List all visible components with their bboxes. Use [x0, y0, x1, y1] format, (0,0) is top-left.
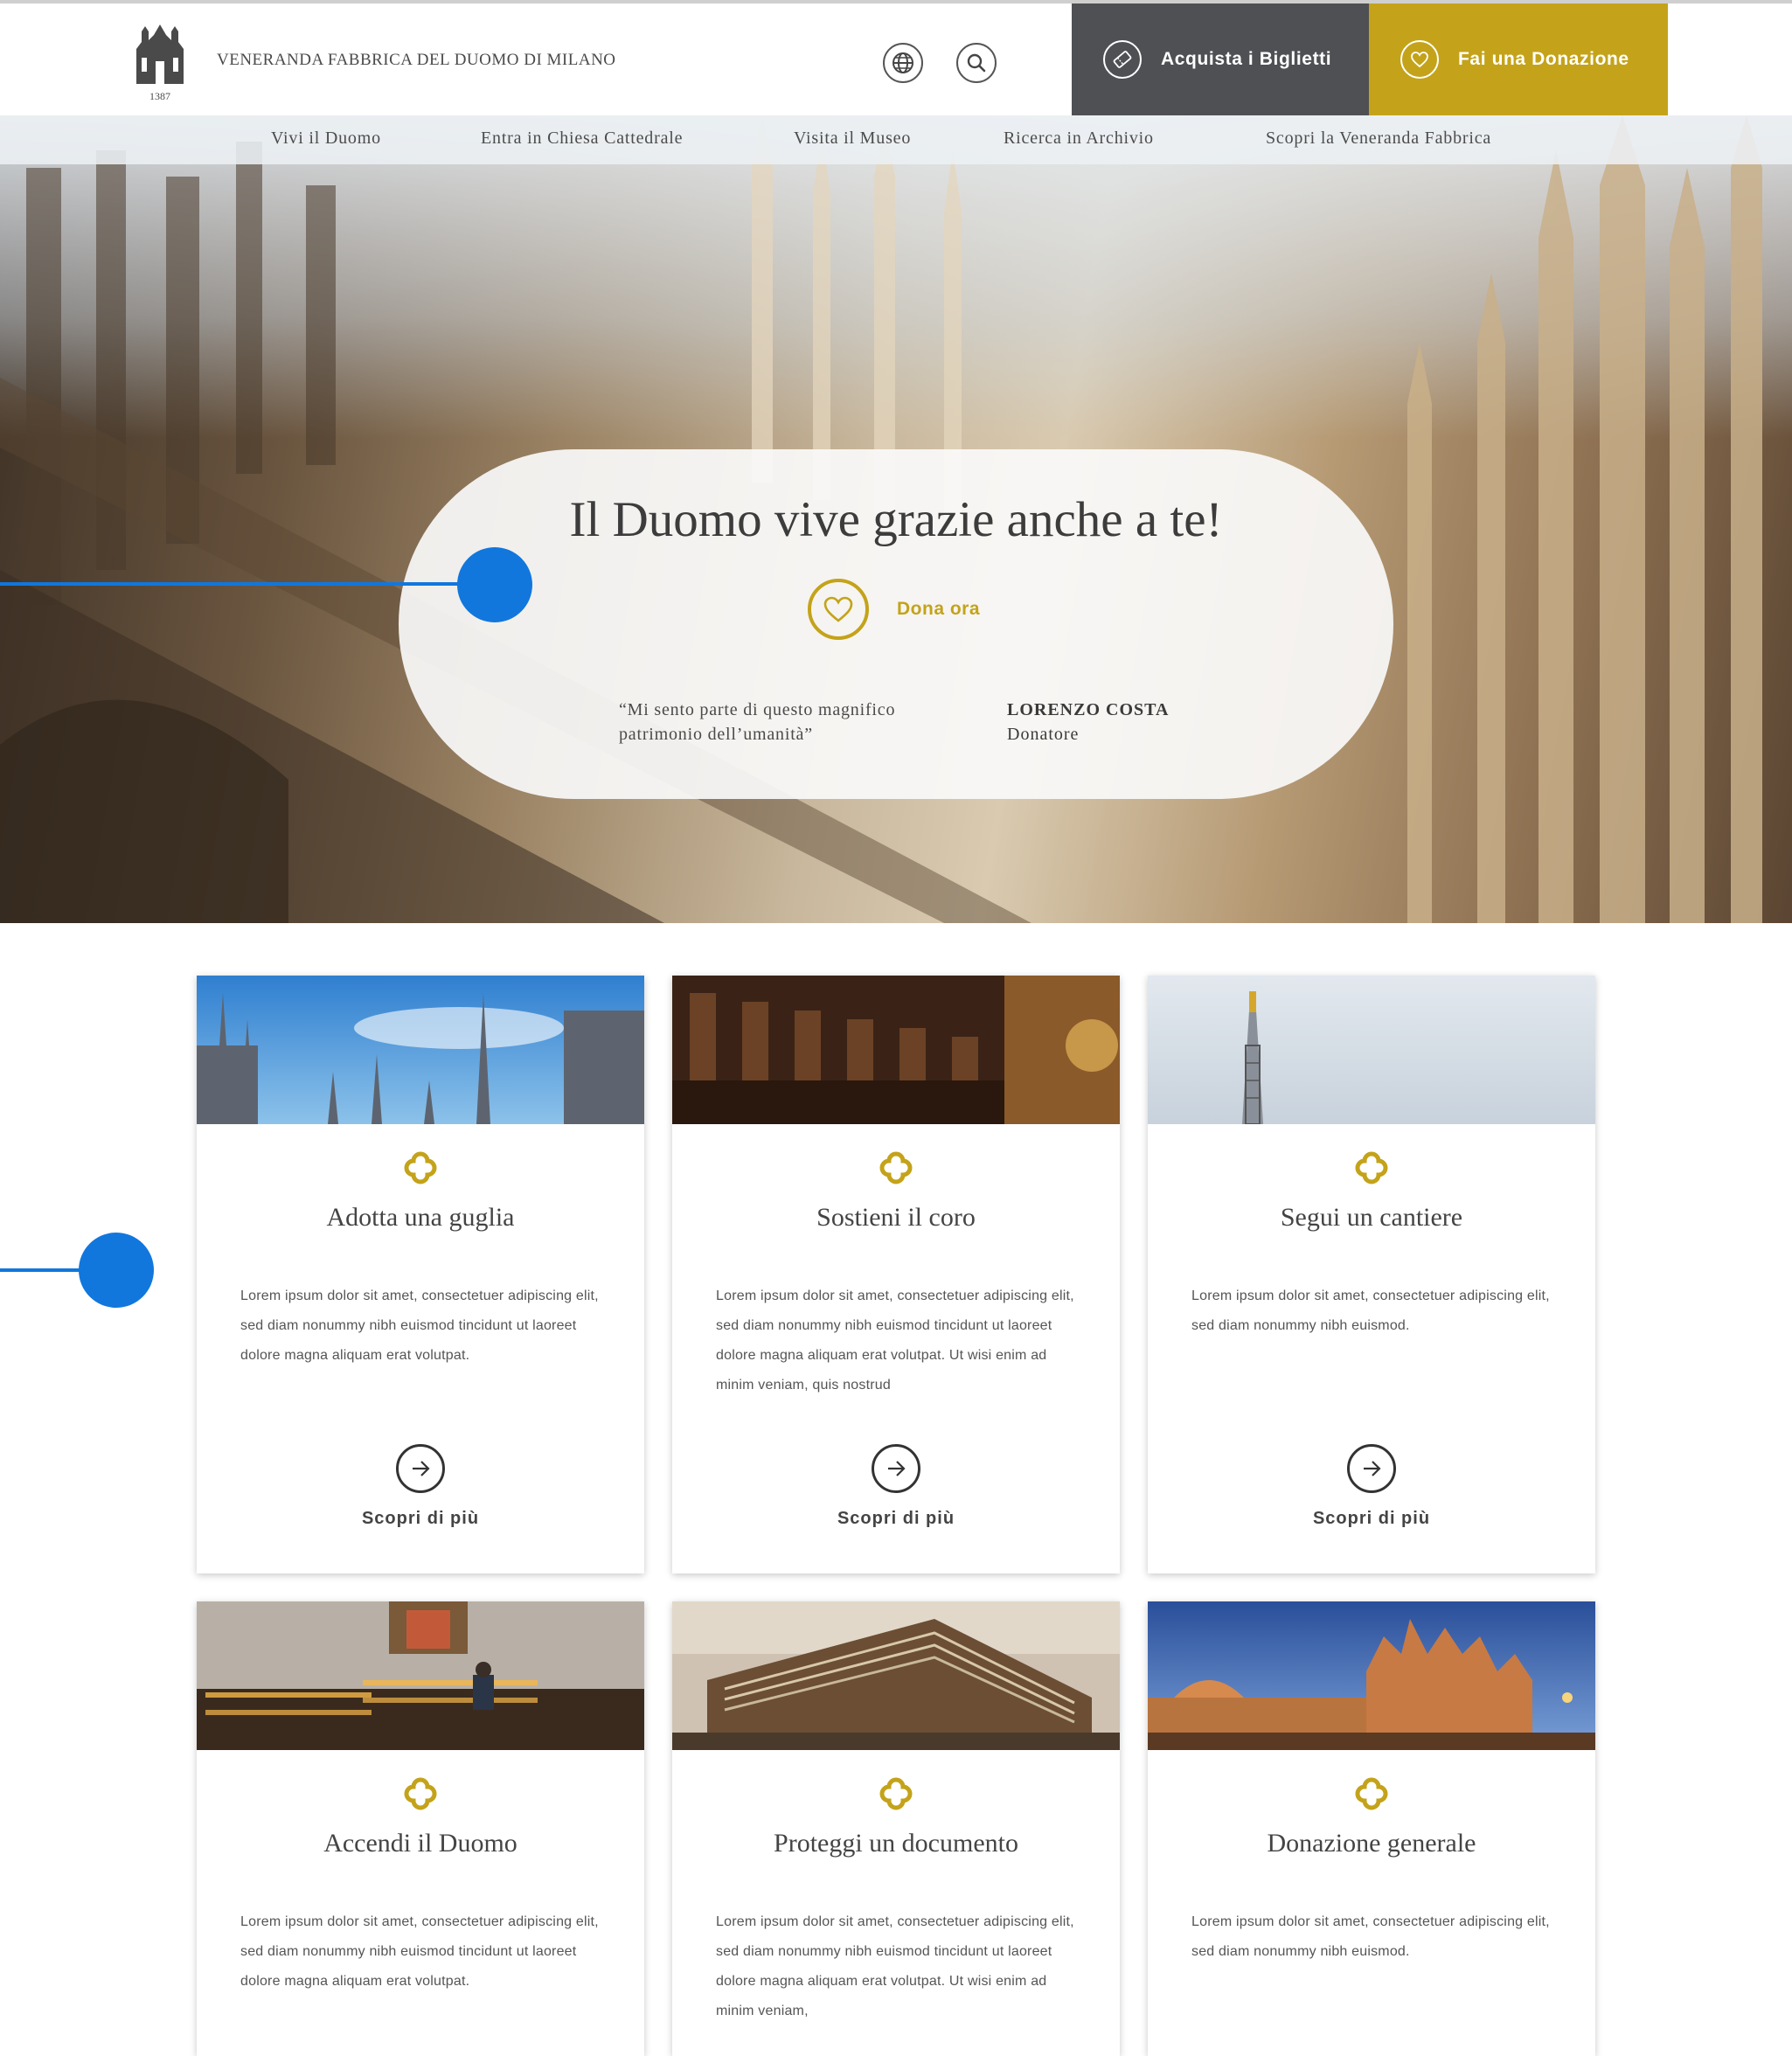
- quatrefoil-icon: [404, 1151, 437, 1184]
- card-image: [672, 976, 1120, 1124]
- card-arrow-button[interactable]: [1347, 1444, 1396, 1493]
- duomo-facade-photo: [1148, 1601, 1595, 1750]
- card-arrow-button[interactable]: [872, 1444, 920, 1493]
- language-button[interactable]: [883, 43, 923, 83]
- quatrefoil-icon: [879, 1151, 913, 1184]
- card-image: [197, 976, 644, 1124]
- donate-label: Fai una Donazione: [1458, 49, 1629, 69]
- arrow-right-icon: [413, 1461, 430, 1476]
- card-segui-un-cantiere: Segui un cantiere Lorem ipsum dolor sit …: [1148, 976, 1595, 1573]
- card-description: Lorem ipsum dolor sit amet, consectetuer…: [240, 1288, 599, 1363]
- duomo-logo[interactable]: 1387: [129, 23, 191, 105]
- card-donazione-generale: Donazione generale Lorem ipsum dolor sit…: [1148, 1601, 1595, 2056]
- nav-item-scopri-veneranda-fabbrica[interactable]: Scopri la Veneranda Fabbrica: [1266, 128, 1491, 149]
- annotation-marker: [79, 1233, 154, 1308]
- quatrefoil-icon: [1355, 1151, 1388, 1184]
- donate-button[interactable]: Fai una Donazione: [1369, 3, 1668, 115]
- testimonial-author: LORENZO COSTA Donatore: [1007, 698, 1169, 747]
- quatrefoil-icon: [879, 1777, 913, 1810]
- quatrefoil-icon: [404, 1777, 437, 1810]
- buy-tickets-label: Acquista i Biglietti: [1161, 49, 1332, 69]
- donate-now-button[interactable]: Dona ora: [808, 579, 980, 640]
- card-arrow-button[interactable]: [396, 1444, 445, 1493]
- heart-icon: [1411, 52, 1428, 68]
- card-accendi-il-duomo: Accendi il Duomo Lorem ipsum dolor sit a…: [197, 1601, 644, 2056]
- nav-item-ricerca-in-archivio[interactable]: Ricerca in Archivio: [1004, 128, 1154, 149]
- card-discover-link[interactable]: Scopri di più: [672, 1509, 1120, 1529]
- old-documents-photo: [672, 1601, 1120, 1750]
- author-role: Donatore: [1007, 725, 1080, 744]
- madonnina-spire-photo: [1148, 976, 1595, 1124]
- card-image: [197, 1601, 644, 1750]
- testimonial-quote: “Mi sento parte di questo magnifico patr…: [619, 700, 896, 744]
- card-title: Donazione generale: [1267, 1829, 1476, 1858]
- card-description: Lorem ipsum dolor sit amet, consectetuer…: [240, 1914, 599, 1989]
- donate-now-label: Dona ora: [897, 599, 981, 619]
- heart-icon: [823, 596, 853, 622]
- card-title: Sostieni il coro: [816, 1203, 976, 1232]
- arrow-right-icon: [1364, 1461, 1381, 1476]
- candles-photo: [197, 1601, 644, 1750]
- hero-section: Vivi il Duomo Entra in Chiesa Cattedrale…: [0, 115, 1792, 923]
- buy-tickets-button[interactable]: Acquista i Biglietti: [1072, 3, 1369, 115]
- annotation-line: [0, 582, 463, 586]
- search-icon: [967, 53, 986, 73]
- card-description: Lorem ipsum dolor sit amet, consectetuer…: [716, 1288, 1074, 1393]
- brand-name[interactable]: VENERANDA FABBRICA DEL DUOMO DI MILANO: [217, 51, 616, 70]
- card-discover-link[interactable]: Scopri di più: [1148, 1509, 1595, 1529]
- card-title: Accendi il Duomo: [323, 1829, 517, 1858]
- nav-item-visita-il-museo[interactable]: Visita il Museo: [794, 128, 911, 149]
- card-description: Lorem ipsum dolor sit amet, consectetuer…: [716, 1914, 1074, 2018]
- card-description: Lorem ipsum dolor sit amet, consectetuer…: [1191, 1914, 1550, 1959]
- annotation-marker: [457, 547, 532, 622]
- nav-item-vivi-il-duomo[interactable]: Vivi il Duomo: [271, 128, 381, 149]
- main-navigation: Vivi il Duomo Entra in Chiesa Cattedrale…: [0, 115, 1792, 164]
- card-image: [672, 1601, 1120, 1750]
- card-description: Lorem ipsum dolor sit amet, consectetuer…: [1191, 1288, 1550, 1333]
- nav-item-entra-in-chiesa[interactable]: Entra in Chiesa Cattedrale: [481, 128, 683, 149]
- hero-title: Il Duomo vive grazie anche a te!: [569, 492, 1223, 547]
- card-sostieni-il-coro: Sostieni il coro Lorem ipsum dolor sit a…: [672, 976, 1120, 1573]
- donation-banner: Il Duomo vive grazie anche a te! Dona or…: [399, 449, 1393, 799]
- card-image: [1148, 1601, 1595, 1750]
- arrow-right-icon: [888, 1461, 906, 1476]
- search-button[interactable]: [956, 43, 997, 83]
- card-adotta-una-guglia: Adotta una guglia Lorem ipsum dolor sit …: [197, 976, 644, 1573]
- spires-photo: [197, 976, 644, 1124]
- ticket-icon: [1113, 51, 1132, 68]
- card-title: Adotta una guglia: [326, 1203, 515, 1232]
- quatrefoil-icon: [1355, 1777, 1388, 1810]
- card-title: Segui un cantiere: [1280, 1203, 1463, 1232]
- card-discover-link[interactable]: Scopri di più: [197, 1509, 644, 1529]
- choir-photo: [672, 976, 1120, 1124]
- author-name: LORENZO COSTA: [1007, 700, 1170, 719]
- card-proteggi-un-documento: Proteggi un documento Lorem ipsum dolor …: [672, 1601, 1120, 2056]
- card-image: [1148, 976, 1595, 1124]
- card-title: Proteggi un documento: [774, 1829, 1018, 1858]
- logo-year: 1387: [149, 90, 170, 102]
- globe-icon: [893, 52, 913, 73]
